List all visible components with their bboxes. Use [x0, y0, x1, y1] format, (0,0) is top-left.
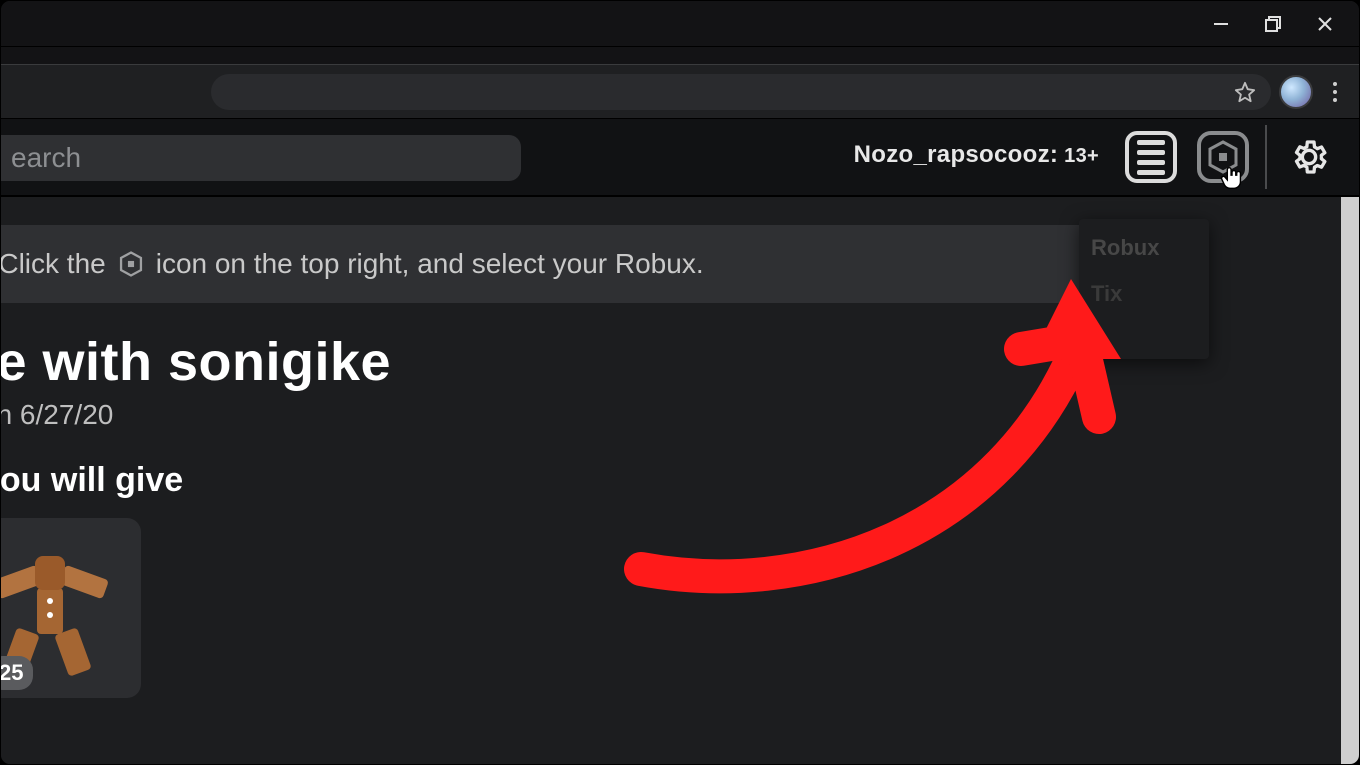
kebab-dot-icon [1333, 98, 1337, 102]
minimize-icon [1212, 15, 1230, 33]
profile-avatar[interactable] [1279, 75, 1313, 109]
age-badge: 13+ [1064, 145, 1099, 168]
kebab-dot-icon [1333, 82, 1337, 86]
close-icon [1316, 15, 1334, 33]
tab-strip [1, 47, 1359, 65]
search-placeholder: earch [11, 142, 81, 174]
search-input[interactable]: earch [0, 135, 521, 181]
browser-menu-button[interactable] [1321, 76, 1349, 108]
info-banner: y? Click the icon on the top right, and … [1, 225, 1209, 303]
username-text: Nozo_rapsocooz: [854, 141, 1059, 169]
window-minimize-button[interactable] [1195, 1, 1247, 47]
page-content: earch Nozo_rapsocooz: 13+ [1, 119, 1359, 765]
banner-text: y? Click the icon on the top right, and … [0, 248, 704, 280]
kebab-dot-icon [1333, 90, 1337, 94]
settings-button[interactable] [1287, 135, 1331, 179]
bookmark-button[interactable] [1233, 80, 1257, 104]
app-window: earch Nozo_rapsocooz: 13+ [0, 0, 1360, 765]
address-bar[interactable] [211, 74, 1271, 110]
gear-icon [1289, 137, 1329, 177]
banner-text-post: icon on the top right, and select your R… [156, 248, 704, 280]
browser-toolbar [1, 65, 1359, 119]
robux-dropdown[interactable]: Robux Tix [1079, 219, 1209, 359]
header-divider [1265, 125, 1267, 189]
dropdown-item-tix[interactable]: Tix [1091, 281, 1197, 307]
list-lines-icon [1137, 140, 1165, 175]
trade-panel: le with sonigike on 6/27/20 you will giv… [1, 303, 1359, 698]
titlebar [1, 1, 1359, 47]
pointer-cursor-icon [1217, 163, 1247, 193]
give-section-label: you will give [0, 461, 1359, 500]
window-maximize-button[interactable] [1247, 1, 1299, 47]
maximize-restore-icon [1264, 15, 1282, 33]
trade-date: on 6/27/20 [0, 399, 1359, 431]
notifications-button[interactable] [1125, 131, 1177, 183]
robux-inline-icon [116, 249, 146, 279]
item-rap-badge: 25 [0, 656, 33, 690]
star-icon [1234, 81, 1256, 103]
trade-item-card[interactable]: 25 [0, 518, 141, 698]
dropdown-item-robux[interactable]: Robux [1091, 235, 1197, 261]
window-close-button[interactable] [1299, 1, 1351, 47]
banner-text-pre: y? Click the [0, 248, 106, 280]
username-label[interactable]: Nozo_rapsocooz: 13+ [854, 141, 1099, 169]
site-header: earch Nozo_rapsocooz: 13+ [1, 119, 1359, 197]
